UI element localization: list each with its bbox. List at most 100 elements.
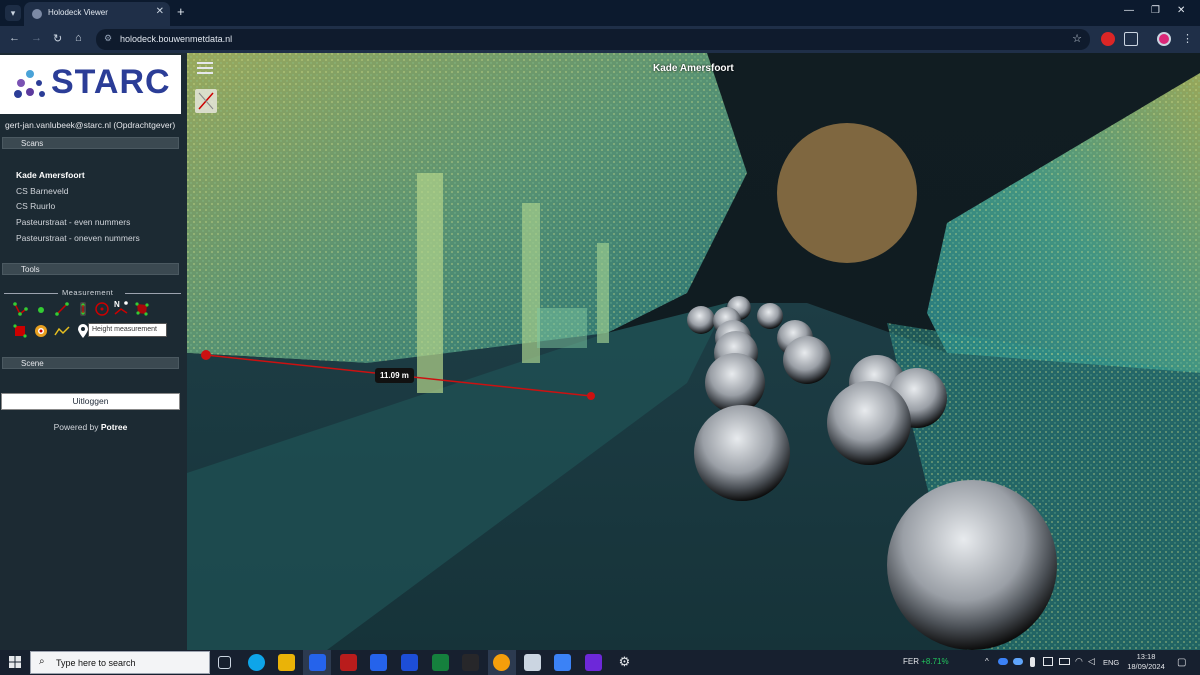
divider xyxy=(4,293,58,294)
excel-icon[interactable] xyxy=(432,654,449,671)
extensions-puzzle-icon[interactable] xyxy=(1124,32,1138,46)
back-icon[interactable]: ← xyxy=(9,32,20,44)
section-scene[interactable]: Scene xyxy=(2,357,179,369)
taskbar-search-input[interactable]: ⌕ Type here to search xyxy=(30,651,210,674)
home-icon[interactable]: ⌂ xyxy=(75,32,82,44)
clock[interactable]: 13:18 18/09/2024 xyxy=(1127,652,1165,672)
language-indicator[interactable]: ENG xyxy=(1103,658,1119,667)
scan-item-cs-barneveld[interactable]: CS Barneveld xyxy=(16,186,68,196)
task-view-icon[interactable] xyxy=(218,656,231,669)
tray-chevron-icon[interactable]: ^ xyxy=(985,657,989,666)
panorama-sphere[interactable] xyxy=(887,480,1057,650)
powered-brand[interactable]: Potree xyxy=(101,422,127,432)
panorama-sphere[interactable] xyxy=(694,405,790,501)
distance-label: 11.09 m xyxy=(375,368,414,383)
section-scans[interactable]: Scans xyxy=(2,137,179,149)
scan-item-cs-ruurlo[interactable]: CS Ruurlo xyxy=(16,201,55,211)
vscode-icon[interactable] xyxy=(370,654,387,671)
app-icon[interactable] xyxy=(524,654,541,671)
reload-icon[interactable]: ↻ xyxy=(53,32,62,45)
logo: STARC xyxy=(0,55,181,114)
battery-icon[interactable] xyxy=(1059,658,1070,665)
sphere-volume-tool-icon[interactable] xyxy=(33,323,49,339)
profile-avatar[interactable] xyxy=(1157,32,1171,46)
microphone-icon[interactable] xyxy=(1030,657,1035,667)
wifi-icon[interactable]: ◠ xyxy=(1075,656,1083,667)
panorama-sphere[interactable] xyxy=(687,306,715,334)
distance-tool-icon[interactable] xyxy=(54,301,70,317)
bookmark-star-icon[interactable]: ☆ xyxy=(1072,32,1082,45)
settings-gear-icon[interactable]: ⚙ xyxy=(616,654,633,671)
close-tab-icon[interactable]: ✕ xyxy=(156,6,164,17)
profile-tool-icon[interactable] xyxy=(54,323,70,339)
minimize-button[interactable]: — xyxy=(1124,5,1134,16)
paint-app-icon[interactable] xyxy=(554,654,571,671)
panorama-sphere[interactable] xyxy=(705,353,765,413)
terminal-icon[interactable] xyxy=(462,654,479,671)
outlook-icon[interactable] xyxy=(309,654,326,671)
clock-time: 13:18 xyxy=(1136,652,1156,661)
tooltip: Height measurement xyxy=(88,323,167,337)
measurement-point-start[interactable] xyxy=(201,350,211,360)
powered-prefix: Powered by xyxy=(53,422,101,432)
logout-button[interactable]: Uitloggen xyxy=(1,393,180,410)
camera-icon[interactable] xyxy=(1043,657,1053,666)
stock-widget[interactable]: FER +8.71% xyxy=(903,657,949,666)
circle-tool-icon[interactable] xyxy=(94,301,110,317)
onedrive-icon[interactable] xyxy=(1013,658,1023,665)
menu-icon[interactable] xyxy=(195,59,215,77)
scene-title: Kade Amersfoort xyxy=(653,63,734,74)
scan-item-pasteurstraat-even[interactable]: Pasteurstraat - even nummers xyxy=(16,217,130,227)
section-label: Scene xyxy=(21,359,44,368)
point-cloud-scene[interactable] xyxy=(187,53,1200,650)
panorama-sphere[interactable] xyxy=(757,303,783,329)
edge-icon[interactable] xyxy=(248,654,265,671)
powered-by: Powered by Potree xyxy=(0,422,181,432)
url-text[interactable]: holodeck.bouwenmetdata.nl xyxy=(120,34,232,44)
scan-item-kade-amersfoort[interactable]: Kade Amersfoort xyxy=(16,170,85,180)
tab-search-button[interactable]: ▾ xyxy=(5,5,21,21)
pdf-app-icon[interactable] xyxy=(340,654,357,671)
user-account: gert-jan.vanlubeek@starc.nl (Opdrachtgev… xyxy=(5,120,176,130)
volume-icon[interactable]: ◁ xyxy=(1088,656,1095,667)
new-tab-button[interactable]: + xyxy=(177,4,185,19)
extension-record-icon[interactable] xyxy=(1101,32,1115,46)
browser-tab[interactable]: Holodeck Viewer ✕ xyxy=(24,2,170,26)
windows-start-icon[interactable] xyxy=(9,656,21,668)
browser-tab-strip: ▾ Holodeck Viewer ✕ + — ❐ ✕ xyxy=(0,0,1200,26)
search-icon: ⌕ xyxy=(39,656,45,667)
volume-tool-icon[interactable] xyxy=(12,323,28,339)
map-toggle-icon[interactable] xyxy=(195,89,217,113)
point-tool-icon[interactable] xyxy=(33,301,49,317)
onedrive-icon[interactable] xyxy=(998,658,1008,665)
teams-icon[interactable] xyxy=(585,654,602,671)
svg-text:N: N xyxy=(114,300,120,309)
height-tool-icon[interactable] xyxy=(75,301,91,317)
tab-title: Holodeck Viewer xyxy=(48,8,108,17)
measurement-point-end[interactable] xyxy=(587,392,595,400)
favicon-icon xyxy=(32,9,42,19)
forward-icon[interactable]: → xyxy=(31,32,42,44)
site-info-icon[interactable]: ⚙ xyxy=(104,33,112,44)
address-bar[interactable]: ⚙ holodeck.bouwenmetdata.nl ☆ xyxy=(96,29,1090,50)
panorama-sphere[interactable] xyxy=(827,381,911,465)
scan-item-pasteurstraat-oneven[interactable]: Pasteurstraat - oneven nummers xyxy=(16,233,140,243)
file-explorer-icon[interactable] xyxy=(278,654,295,671)
starc-logo-icon xyxy=(14,70,45,98)
logo-text: STARC xyxy=(51,63,171,101)
clock-date: 18/09/2024 xyxy=(1127,662,1165,671)
word-icon[interactable] xyxy=(401,654,418,671)
section-label: Scans xyxy=(21,139,44,148)
browser-menu-icon[interactable]: ⋮ xyxy=(1182,32,1193,45)
azimuth-tool-icon[interactable]: N xyxy=(113,299,129,315)
close-window-button[interactable]: ✕ xyxy=(1177,5,1185,16)
point-cloud-viewport[interactable]: Kade Amersfoort 11.09 m xyxy=(187,53,1200,650)
panorama-sphere[interactable] xyxy=(783,336,831,384)
area-tool-icon[interactable] xyxy=(134,301,150,317)
notification-icon[interactable]: ▢ xyxy=(1177,657,1186,668)
angle-tool-icon[interactable] xyxy=(12,301,28,317)
browser-toolbar: ← → ↻ ⌂ ⚙ holodeck.bouwenmetdata.nl ☆ ⋮ xyxy=(0,26,1200,53)
maximize-button[interactable]: ❐ xyxy=(1151,5,1160,16)
section-tools[interactable]: Tools xyxy=(2,263,179,275)
chrome-icon[interactable] xyxy=(493,654,510,671)
